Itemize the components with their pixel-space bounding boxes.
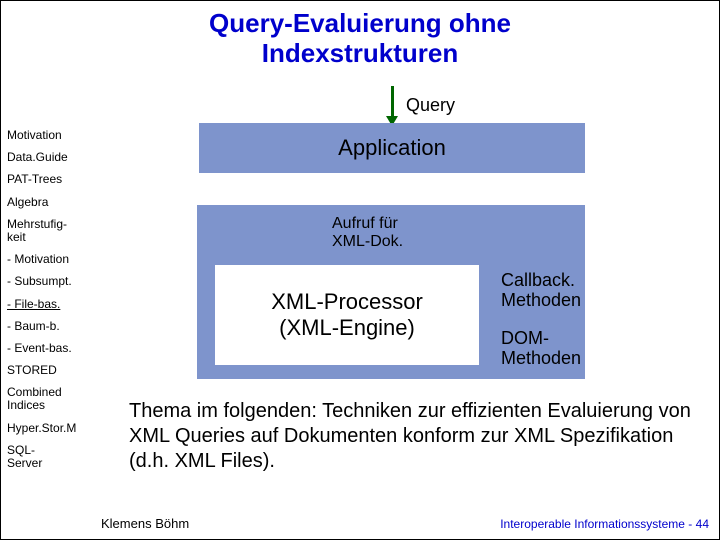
arrow-down-icon	[391, 86, 394, 116]
title-line1: Query-Evaluierung ohne	[209, 8, 511, 38]
thema-paragraph: Thema im folgenden: Techniken zur effizi…	[129, 399, 709, 474]
footer-author: Klemens Böhm	[101, 516, 189, 531]
sidebar-item[interactable]: - File-bas.	[7, 298, 99, 311]
aufruf-line2: XML-Dok.	[332, 233, 403, 250]
dom-label: DOM- Methoden	[501, 329, 581, 369]
sidebar-item[interactable]: Mehrstufig- keit	[7, 218, 99, 244]
application-box: Application	[199, 123, 585, 173]
sidebar-item[interactable]: STORED	[7, 364, 99, 377]
sidebar-item[interactable]: Hyper.Stor.M	[7, 422, 99, 435]
dom-line2: Methoden	[501, 348, 581, 368]
sidebar-item[interactable]: Algebra	[7, 196, 99, 209]
xml-processor-box: XML-Processor (XML-Engine)	[215, 265, 479, 365]
callback-label: Callback. Methoden	[501, 271, 581, 311]
query-label: Query	[406, 95, 455, 116]
sidebar-item[interactable]: - Event-bas.	[7, 342, 99, 355]
sidebar-item[interactable]: Data.Guide	[7, 151, 99, 164]
sidebar-item[interactable]: Combined Indices	[7, 386, 99, 412]
sidebar-item[interactable]: Motivation	[7, 129, 99, 142]
sidebar-item[interactable]: SQL- Server	[7, 444, 99, 470]
aufruf-label: Aufruf für XML-Dok.	[332, 215, 403, 250]
sidebar-item[interactable]: - Motivation	[7, 253, 99, 266]
xml-proc-line1: XML-Processor	[271, 289, 423, 315]
footer-page: Interoperable Informationssysteme - 44	[500, 517, 709, 531]
sidebar-item[interactable]: PAT-Trees	[7, 173, 99, 186]
sidebar-item[interactable]: - Subsumpt.	[7, 275, 99, 288]
xml-proc-line2: (XML-Engine)	[279, 315, 415, 341]
aufruf-line1: Aufruf für	[332, 215, 398, 232]
title-line2: Indexstrukturen	[262, 38, 459, 68]
slide-title: Query-Evaluierung ohne Indexstrukturen	[1, 9, 719, 69]
callback-line2: Methoden	[501, 290, 581, 310]
application-label: Application	[338, 135, 446, 161]
sidebar-item[interactable]: - Baum-b.	[7, 320, 99, 333]
outline-sidebar: Motivation Data.Guide PAT-Trees Algebra …	[7, 129, 99, 479]
dom-line1: DOM-	[501, 328, 549, 348]
callback-line1: Callback.	[501, 270, 575, 290]
